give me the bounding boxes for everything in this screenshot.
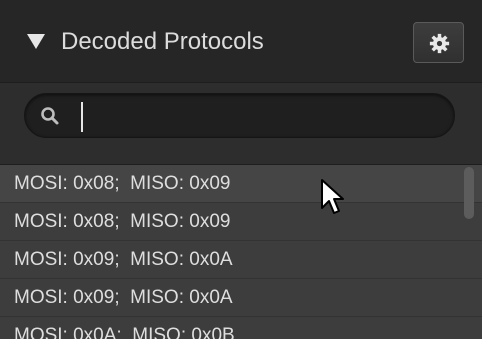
panel-header: Decoded Protocols [0, 0, 482, 82]
search-icon [41, 107, 59, 125]
search-field[interactable] [24, 93, 455, 138]
list-item-label: MOSI: 0x0A; MISO: 0x0B [14, 325, 235, 339]
text-caret [81, 102, 83, 132]
list-item[interactable]: MOSI: 0x08; MISO: 0x09 [0, 203, 482, 241]
gear-icon [429, 33, 450, 54]
mouse-pointer-icon [321, 179, 344, 214]
list-item-label: MOSI: 0x09; MISO: 0x0A [14, 249, 233, 270]
decoded-protocols-list: MOSI: 0x08; MISO: 0x09 MOSI: 0x08; MISO:… [0, 164, 482, 339]
list-item-label: MOSI: 0x08; MISO: 0x09 [14, 211, 231, 232]
list-item-label: MOSI: 0x09; MISO: 0x0A [14, 287, 233, 308]
list-item[interactable]: MOSI: 0x09; MISO: 0x0A [0, 279, 482, 317]
search-input[interactable] [79, 100, 439, 132]
panel-title: Decoded Protocols [61, 28, 264, 55]
list-item[interactable]: MOSI: 0x0A; MISO: 0x0B [0, 317, 482, 339]
triangle-down-icon[interactable] [27, 34, 45, 49]
decoded-protocols-panel: Decoded Protocols MOSI: 0x08; MISO: 0x09… [0, 0, 482, 339]
settings-button[interactable] [413, 22, 464, 63]
scrollbar-thumb[interactable] [464, 167, 474, 219]
search-bar [0, 82, 482, 164]
list-item[interactable]: MOSI: 0x09; MISO: 0x0A [0, 241, 482, 279]
list-item-label: MOSI: 0x08; MISO: 0x09 [14, 173, 231, 194]
list-item[interactable]: MOSI: 0x08; MISO: 0x09 [0, 165, 482, 203]
